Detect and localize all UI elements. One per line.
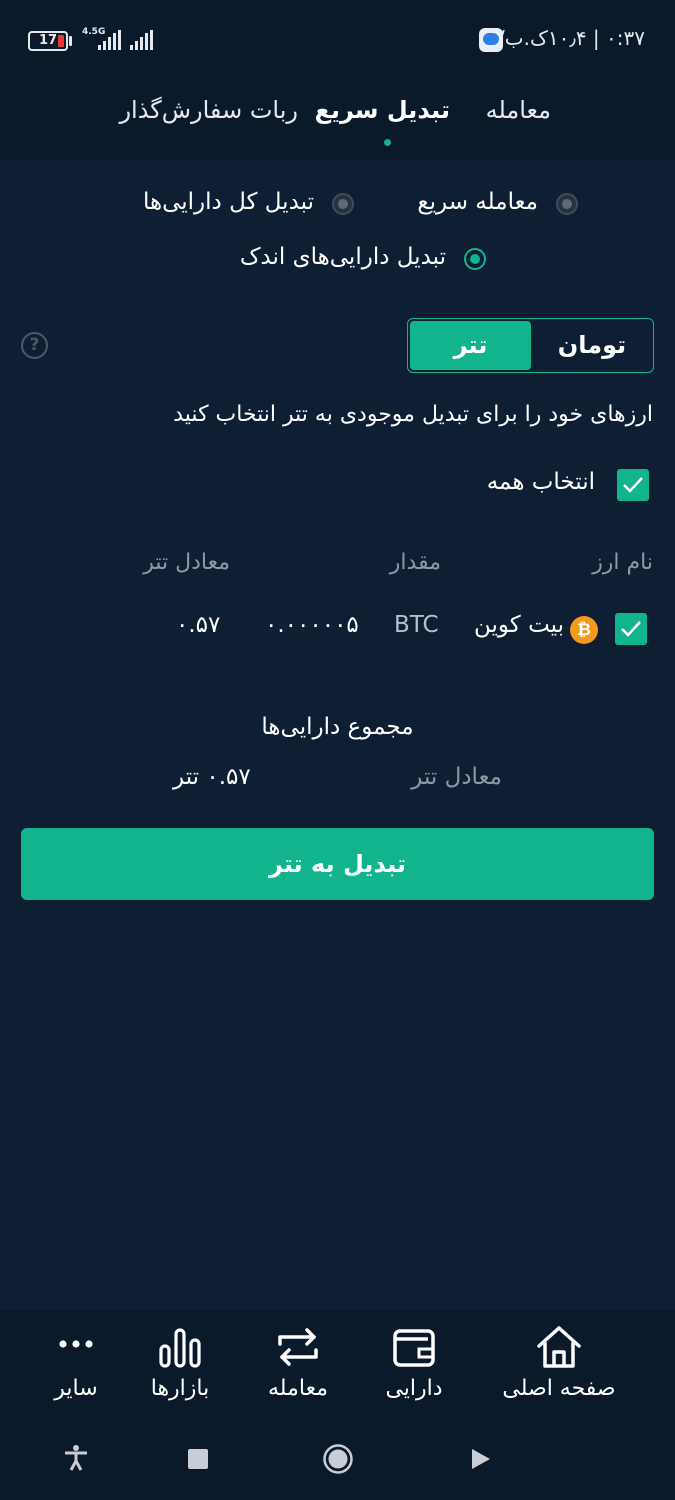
select-all-label[interactable]: انتخاب همه [487,469,595,495]
tab-quick-convert[interactable]: تبدیل سریع [315,96,450,124]
nav-markets[interactable]: بازارها [142,1318,218,1413]
header-equivalent: معادل تتر [143,550,230,575]
total-value: ۰.۵۷ تتر [173,764,251,790]
battery-level: 17 [38,33,58,48]
battery-icon: 17 [28,31,68,51]
nav-wallet[interactable]: دارایی [372,1318,456,1413]
row-equivalent: ۰.۵۷ [176,612,221,638]
help-icon[interactable]: ? [21,332,48,359]
radio-convert-all-label[interactable]: تبدیل کل دارایی‌ها [143,189,314,215]
total-title: مجموع دارایی‌ها [261,714,414,740]
more-icon [59,1340,93,1348]
signal-icon-2 [130,30,154,50]
header-amount: مقدار [389,550,441,575]
toggle-tether[interactable]: تتر [410,321,531,370]
status-time: ۰:۳۷ | ۱۰٫۴ک.ب/ث [479,26,645,50]
radio-convert-small-label[interactable]: تبدیل دارایی‌های اندک [240,244,446,270]
row-checkbox[interactable] [615,613,647,645]
message-notification-icon [479,28,503,52]
bitcoin-icon: ₿ [570,616,598,644]
select-all-checkbox[interactable] [617,469,649,501]
nav-more-label: سایر [54,1376,98,1401]
toggle-toman[interactable]: تومان [533,321,651,370]
radio-quick-trade[interactable] [556,193,578,215]
tab-order-robot[interactable]: ربات سفارش‌گذار [119,96,298,124]
convert-to-tether-button[interactable]: تبدیل به تتر [21,828,654,900]
nav-more[interactable]: سایر [44,1318,108,1413]
nav-trade[interactable]: معامله [254,1318,342,1413]
home-icon [537,1326,581,1368]
row-amount: ۰.۰۰۰۰۰۵ [265,612,359,638]
check-icon [623,477,643,493]
active-tab-indicator [384,139,391,146]
accessibility-icon[interactable] [62,1444,90,1472]
row-name: بیت کوین [474,612,564,638]
check-icon [621,621,641,637]
nav-markets-label: بازارها [150,1376,210,1401]
header-name: نام ارز [592,550,653,575]
total-label: معادل تتر [411,764,502,790]
wallet-icon [393,1329,435,1367]
battery-cap [69,36,72,46]
instruction-text: ارزهای خود را برای تبدیل موجودی به تتر ا… [173,402,653,427]
radio-convert-all[interactable] [332,193,354,215]
radio-quick-trade-label[interactable]: معامله سریع [417,189,538,215]
signal-icon [98,30,122,50]
recents-icon[interactable] [188,1449,208,1469]
row-symbol: BTC [394,612,439,638]
radio-convert-small[interactable] [464,248,486,270]
back-icon[interactable] [470,1447,492,1471]
home-circle-icon[interactable] [322,1443,354,1475]
nav-wallet-label: دارایی [385,1376,443,1401]
nav-home[interactable]: صفحه اصلی [490,1318,628,1413]
tab-trade[interactable]: معامله [486,96,551,124]
nav-trade-label: معامله [268,1376,328,1401]
markets-icon [159,1328,201,1368]
swap-icon [278,1328,318,1366]
nav-home-label: صفحه اصلی [502,1376,616,1401]
